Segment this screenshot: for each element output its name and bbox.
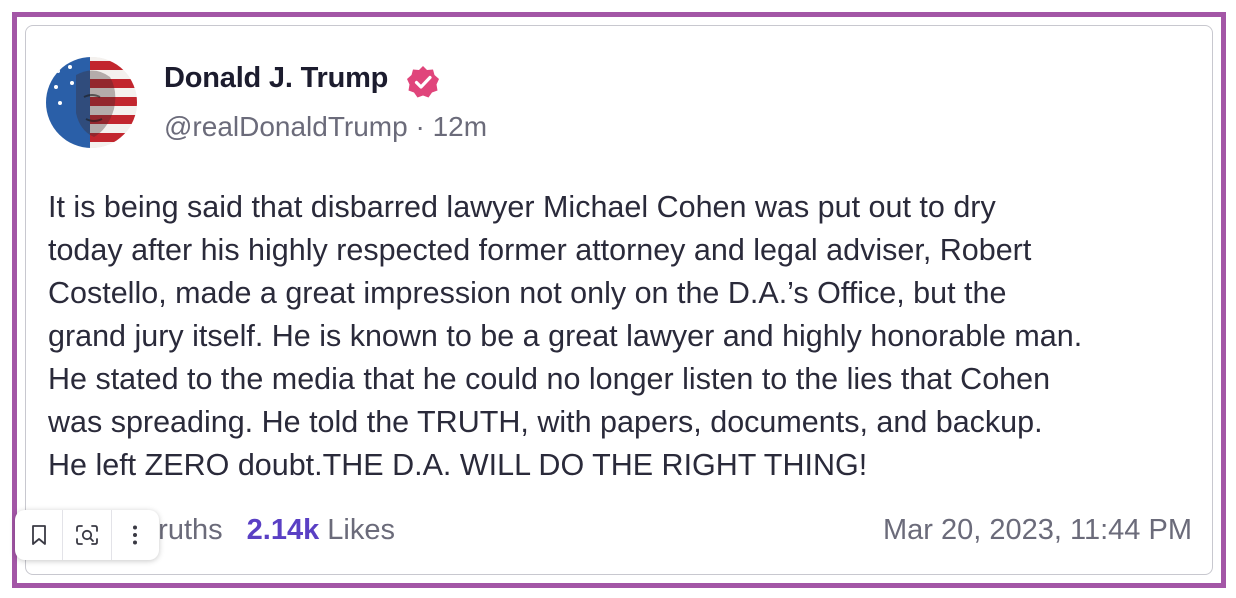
post-text-line: He stated to the media that he could no … bbox=[48, 362, 1051, 396]
more-vertical-icon bbox=[133, 525, 138, 545]
likes-count: 2.14k bbox=[246, 514, 320, 546]
more-options-button[interactable] bbox=[110, 510, 159, 560]
bookmark-button[interactable] bbox=[15, 510, 62, 560]
post-card: Donald J. Trump @realDonaldTrump · 12m I… bbox=[25, 25, 1213, 575]
image-frame: Donald J. Trump @realDonaldTrump · 12m I… bbox=[12, 12, 1226, 588]
bookmark-icon bbox=[31, 525, 46, 545]
post-text: It is being said that disbarred lawyer M… bbox=[48, 186, 1208, 487]
verified-badge-icon bbox=[407, 66, 439, 98]
post-timestamp[interactable]: Mar 20, 2023, 11:44 PM bbox=[883, 514, 1192, 547]
likes-label: Likes bbox=[327, 514, 395, 546]
post-text-line: Costello, made a great impression not on… bbox=[48, 276, 1007, 310]
likes-stat[interactable]: 2.14k Likes bbox=[247, 514, 395, 546]
post-text-line: today after his highly respected former … bbox=[48, 233, 1032, 267]
post-age[interactable]: 12m bbox=[433, 111, 487, 142]
separator-dot: · bbox=[415, 111, 425, 142]
avatar-image bbox=[46, 57, 137, 148]
post-text-line: He left ZERO doubt.THE D.A. WILL DO THE … bbox=[48, 448, 868, 482]
floating-toolbar bbox=[15, 510, 159, 560]
screenshot-button[interactable] bbox=[62, 510, 110, 560]
avatar[interactable] bbox=[46, 57, 137, 148]
author-name[interactable]: Donald J. Trump bbox=[164, 62, 388, 95]
post-text-line: grand jury itself. He is known to be a g… bbox=[48, 319, 1083, 353]
handle-row: @realDonaldTrump · 12m bbox=[164, 111, 487, 143]
post-text-line: It is being said that disbarred lawyer M… bbox=[48, 190, 996, 224]
post-text-line: was spreading. He told the TRUTH, with p… bbox=[48, 405, 1043, 439]
author-handle[interactable]: @realDonaldTrump bbox=[164, 111, 408, 142]
screenshot-icon bbox=[76, 525, 98, 545]
